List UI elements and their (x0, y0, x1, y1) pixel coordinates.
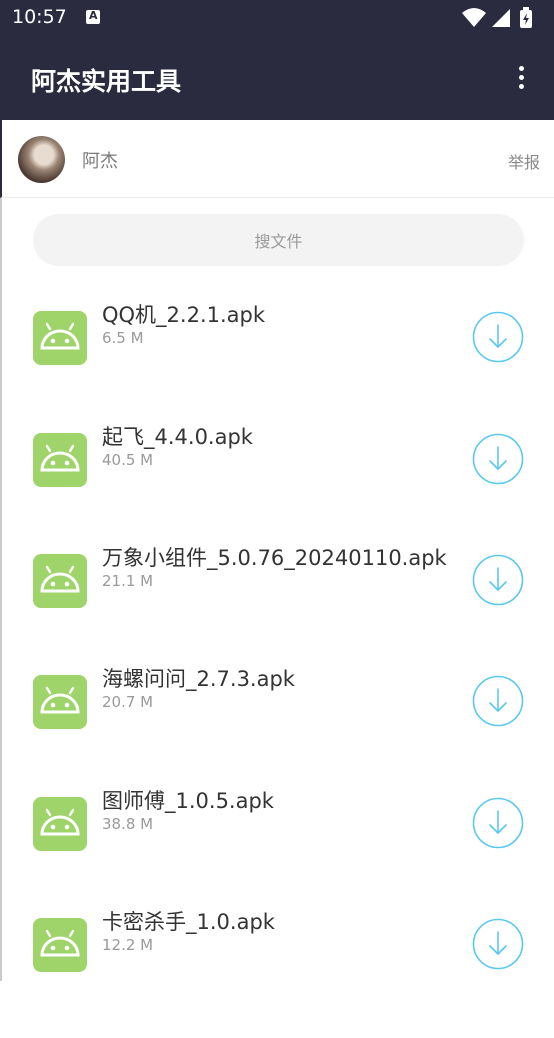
list-item[interactable]: 卡密杀手_1.0.apk 12.2 M (0, 910, 554, 1038)
status-icons (462, 7, 532, 28)
list-item[interactable]: 海螺问问_2.7.3.apk 20.7 M (0, 667, 554, 795)
android-app-icon (33, 554, 87, 608)
download-arrow-icon (472, 675, 524, 727)
user-row: 阿杰 举报 (0, 120, 554, 198)
wifi-icon (462, 8, 486, 27)
download-button[interactable] (472, 311, 524, 363)
download-button[interactable] (472, 918, 524, 970)
more-dot-icon (519, 75, 524, 80)
download-arrow-icon (472, 311, 524, 363)
file-size: 21.1 M (102, 572, 154, 590)
status-time: 10:57 (12, 6, 67, 28)
user-name[interactable]: 阿杰 (82, 147, 118, 173)
file-size: 40.5 M (102, 451, 154, 469)
download-arrow-icon (472, 433, 524, 485)
download-button[interactable] (472, 554, 524, 606)
file-size: 12.2 M (102, 936, 154, 954)
search-placeholder: 搜文件 (254, 232, 303, 251)
list-item[interactable]: 图师傅_1.0.5.apk 38.8 M (0, 789, 554, 917)
file-size: 20.7 M (102, 693, 154, 711)
list-item[interactable]: QQ机_2.2.1.apk 6.5 M (0, 303, 554, 431)
file-name: 万象小组件_5.0.76_20240110.apk (102, 546, 447, 570)
notification-a-icon (86, 9, 100, 24)
search-input[interactable]: 搜文件 (33, 214, 524, 266)
avatar[interactable] (18, 136, 65, 183)
app-bar: 阿杰实用工具 (0, 36, 554, 120)
list-item[interactable]: 起飞_4.4.0.apk 40.5 M (0, 425, 554, 553)
android-app-icon (33, 311, 87, 365)
battery-icon (520, 7, 532, 28)
download-arrow-icon (472, 797, 524, 849)
download-button[interactable] (472, 797, 524, 849)
android-app-icon (33, 675, 87, 729)
file-name: QQ机_2.2.1.apk (102, 303, 266, 327)
file-name: 海螺问问_2.7.3.apk (102, 667, 295, 691)
signal-icon (492, 9, 510, 27)
android-app-icon (33, 433, 87, 487)
file-name: 起飞_4.4.0.apk (102, 425, 253, 449)
android-app-icon (33, 918, 87, 972)
download-arrow-icon (472, 918, 524, 970)
download-button[interactable] (472, 675, 524, 727)
more-dot-icon (519, 66, 524, 71)
more-dot-icon (519, 84, 524, 89)
file-name: 卡密杀手_1.0.apk (102, 910, 275, 934)
file-name: 图师傅_1.0.5.apk (102, 789, 274, 813)
download-button[interactable] (472, 433, 524, 485)
download-arrow-icon (472, 554, 524, 606)
report-link[interactable]: 举报 (508, 149, 540, 173)
file-size: 6.5 M (102, 329, 144, 347)
app-title: 阿杰实用工具 (31, 67, 182, 96)
list-item[interactable]: 万象小组件_5.0.76_20240110.apk 21.1 M (0, 546, 554, 674)
file-size: 38.8 M (102, 815, 154, 833)
more-options-button[interactable] (506, 62, 536, 92)
android-app-icon (33, 797, 87, 851)
status-bar: 10:57 (0, 0, 554, 36)
